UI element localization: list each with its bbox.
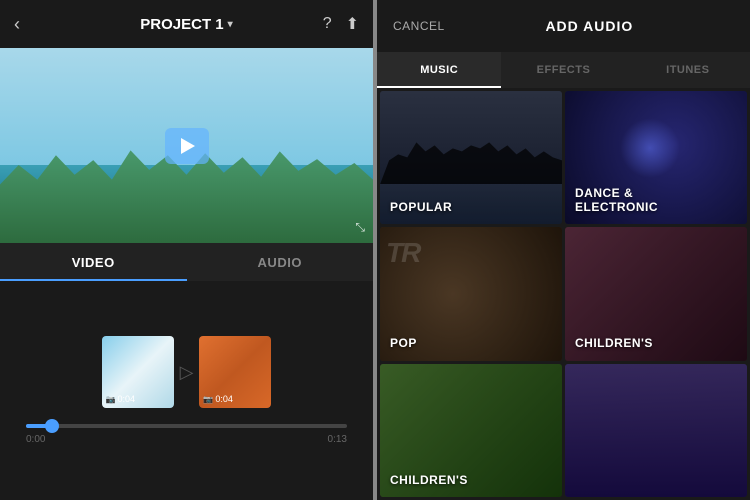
share-icon[interactable]: ⬆: [346, 14, 359, 34]
clip-1-duration: 📷 0:04: [106, 394, 136, 404]
clip-1[interactable]: 📷 0:04: [102, 336, 174, 408]
help-icon[interactable]: ?: [323, 15, 332, 33]
scrubber-track[interactable]: [26, 424, 347, 428]
sub-tab-music[interactable]: MUSIC: [377, 52, 501, 88]
music-card-dance[interactable]: DANCE &ELECTRONIC: [565, 91, 747, 224]
dance-light: [620, 118, 680, 178]
time-start: 0:00: [26, 434, 45, 445]
sub-tabs: MUSIC EFFECTS ITUNES: [377, 52, 750, 88]
sub-tab-itunes[interactable]: ITUNES: [626, 52, 750, 88]
music-card-pop[interactable]: TR POP: [380, 227, 562, 360]
chevron-down-icon: ▾: [228, 19, 233, 30]
time-end: 0:13: [328, 434, 347, 445]
play-icon: [181, 138, 195, 154]
music-card-childrens[interactable]: CHILDREN'S: [380, 364, 562, 497]
cancel-button[interactable]: CANCEL: [393, 19, 445, 33]
video-preview: ⤡: [0, 48, 373, 243]
add-audio-bar: CANCEL ADD AUDIO: [377, 0, 750, 52]
pop-text-art: TR: [386, 237, 419, 269]
clip-2-duration: 📷 0:04: [203, 394, 233, 404]
music-card-more[interactable]: [565, 364, 747, 497]
project-title-text: PROJECT 1: [140, 16, 223, 33]
back-button[interactable]: ‹: [14, 14, 20, 35]
top-bar: ‹ PROJECT 1 ▾ ? ⬆: [0, 0, 373, 48]
play-button[interactable]: [165, 128, 209, 164]
holiday-label: CHILDREN'S: [575, 336, 653, 350]
scrubber-thumb[interactable]: [45, 419, 59, 433]
sub-tab-effects[interactable]: EFFECTS: [501, 52, 625, 88]
camera-icon: 📷: [106, 395, 116, 404]
clip-arrow: ▷: [180, 362, 194, 383]
tab-video[interactable]: VIDEO: [0, 243, 187, 281]
dance-label: DANCE &ELECTRONIC: [575, 186, 658, 215]
clips-row: 📷 0:04 ▷ 📷 0:04: [102, 336, 272, 408]
music-grid: POPULAR DANCE &ELECTRONIC TR POP CHILDRE…: [377, 88, 750, 500]
tab-bar: VIDEO AUDIO: [0, 243, 373, 281]
pop-label: POP: [390, 336, 417, 350]
top-bar-icons: ? ⬆: [323, 14, 359, 34]
time-labels: 0:00 0:13: [26, 434, 347, 445]
add-audio-title: ADD AUDIO: [445, 18, 734, 34]
right-panel: CANCEL ADD AUDIO MUSIC EFFECTS ITUNES PO…: [377, 0, 750, 500]
timeline-area: 📷 0:04 ▷ 📷 0:04 0:00 0:13: [0, 281, 373, 500]
more-bg: [565, 364, 747, 497]
childrens-label: CHILDREN'S: [390, 473, 468, 487]
camera-icon-2: 📷: [203, 395, 213, 404]
expand-icon[interactable]: ⤡: [355, 220, 365, 235]
music-card-holiday[interactable]: CHILDREN'S: [565, 227, 747, 360]
music-card-popular[interactable]: POPULAR: [380, 91, 562, 224]
tab-audio[interactable]: AUDIO: [187, 243, 374, 281]
popular-label: POPULAR: [390, 200, 452, 214]
left-panel: ‹ PROJECT 1 ▾ ? ⬆ ⤡ VIDEO AUDIO: [0, 0, 373, 500]
scrubber-area: 0:00 0:13: [10, 424, 363, 445]
clip-2[interactable]: 📷 0:04: [199, 336, 271, 408]
project-title-button[interactable]: PROJECT 1 ▾: [140, 16, 232, 33]
